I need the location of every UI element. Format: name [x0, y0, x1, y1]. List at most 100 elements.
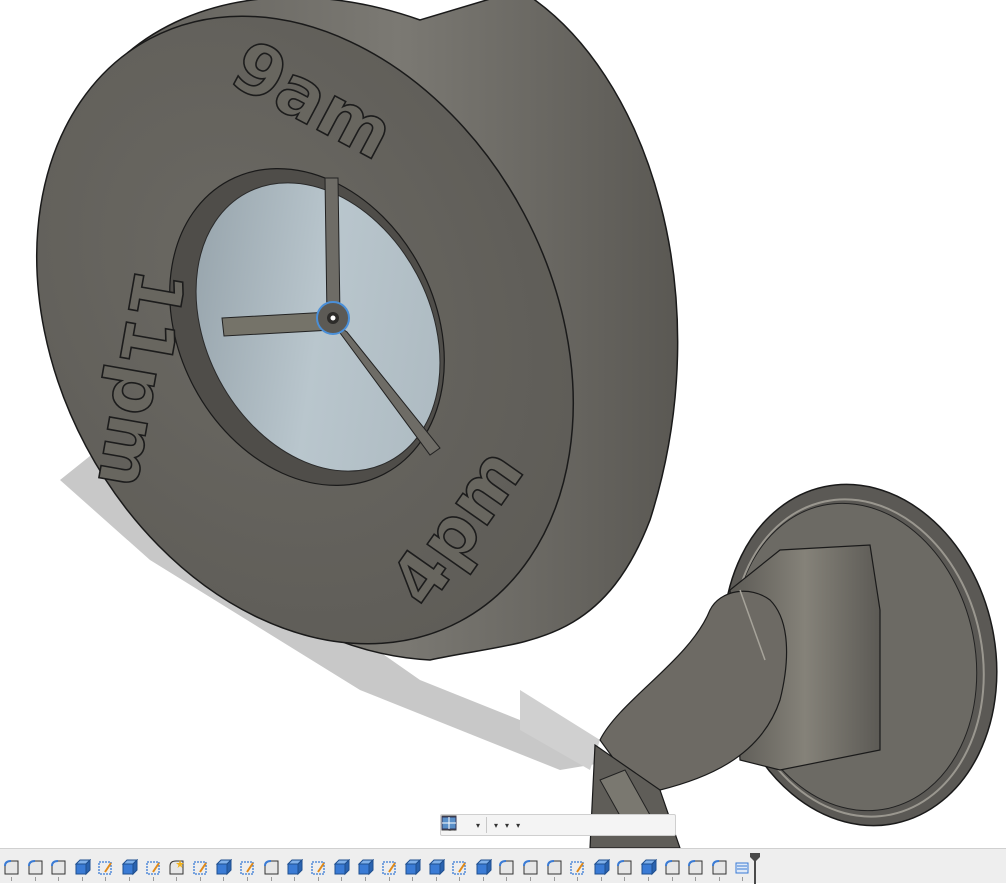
timeline-feature-sketch[interactable]: [378, 859, 402, 881]
sketch-icon: [570, 861, 585, 875]
timeline-tick: [695, 877, 697, 881]
chevron-down-icon[interactable]: ▾: [494, 821, 498, 830]
chevron-down-icon[interactable]: ▾: [505, 821, 509, 830]
graphics-viewport[interactable]: 9am 11pm 4pm ▾ ▾ ▾ ▾: [0, 0, 1006, 848]
fillet-icon: [546, 860, 562, 875]
fillet-icon: [4, 860, 19, 875]
timeline-tick: [223, 877, 225, 881]
timeline-feature-sketch[interactable]: [236, 859, 260, 881]
timeline-tick: [412, 877, 414, 881]
timeline-tick: [128, 877, 130, 881]
timeline-feature-extrude[interactable]: [71, 859, 95, 881]
model-canvas[interactable]: 9am 11pm 4pm: [0, 0, 1006, 848]
fillet-icon: [499, 860, 514, 875]
timeline-feature-extrude[interactable]: [118, 859, 142, 881]
fillet-icon: [523, 860, 538, 875]
holder-part[interactable]: [589, 459, 1006, 848]
fillet-icon: [688, 860, 703, 875]
timeline-tick: [577, 877, 579, 881]
fillet-icon: [664, 860, 680, 875]
fillet-icon: [617, 860, 632, 875]
timeline-feature-sketch[interactable]: [566, 859, 590, 881]
timeline-feature-extrude[interactable]: [590, 859, 614, 881]
timeline-feature-extrude[interactable]: [401, 859, 425, 881]
sketch-icon: [452, 861, 467, 875]
extrude-icon: [357, 859, 374, 876]
timeline-feature-fillet[interactable]: [24, 859, 48, 881]
extrude-icon: [593, 859, 610, 876]
timeline-tick: [152, 877, 154, 881]
sketch-icon: [98, 861, 113, 875]
sketch-icon: [145, 861, 160, 875]
timeline-feature-fillet[interactable]: [543, 859, 567, 881]
timeline-marker[interactable]: [750, 853, 760, 884]
timeline-tick: [317, 877, 319, 881]
extrude-icon: [475, 859, 492, 876]
viewports-button[interactable]: ▾: [441, 816, 522, 834]
fillet-icon: [711, 860, 727, 875]
fillet-icon: [51, 860, 66, 875]
timeline-tick: [624, 877, 626, 881]
timeline-features: [0, 859, 755, 881]
timeline-tick: [506, 877, 508, 881]
timeline-tick: [341, 877, 343, 881]
chevron-down-icon[interactable]: ▾: [516, 821, 520, 830]
zoom-button[interactable]: [442, 816, 471, 834]
timeline-tick: [199, 877, 201, 881]
timeline-tick: [270, 877, 272, 881]
timeline-tick: [58, 877, 60, 881]
timeline-feature-extrude[interactable]: [425, 859, 449, 881]
timeline-tick: [176, 877, 178, 881]
sketch-icon: [311, 861, 325, 875]
timeline-feature-fillet-star[interactable]: [165, 859, 189, 881]
timeline-tick: [294, 877, 296, 881]
sketch-stack-icon: [735, 862, 749, 874]
timeline-feature-extrude[interactable]: [472, 859, 496, 881]
timeline-tick: [600, 877, 602, 881]
timeline-tick: [364, 877, 366, 881]
timeline-feature-extrude[interactable]: [330, 859, 354, 881]
timeline-tick: [671, 877, 673, 881]
display-settings-button[interactable]: ▾: [442, 816, 500, 834]
fillet-star-icon: [169, 860, 185, 875]
timeline-feature-sketch[interactable]: [307, 859, 331, 881]
timeline-feature-extrude[interactable]: [354, 859, 378, 881]
timeline-feature-fillet[interactable]: [0, 859, 24, 881]
extrude-icon: [74, 859, 91, 876]
extrude-icon: [121, 859, 138, 876]
timeline-feature-sketch[interactable]: [448, 859, 472, 881]
timeline-tick: [530, 877, 532, 881]
timeline-feature-fillet[interactable]: [519, 859, 543, 881]
timeline-feature-sketch[interactable]: [142, 859, 166, 881]
fit-button[interactable]: ▾: [442, 816, 482, 834]
extrude-icon: [286, 859, 304, 876]
sketch-icon: [381, 861, 396, 875]
timeline-feature-fillet[interactable]: [260, 859, 284, 881]
extrude-icon: [428, 859, 445, 876]
timeline-feature-extrude[interactable]: [212, 859, 236, 881]
timeline-tick: [459, 877, 461, 881]
timeline-feature-fillet[interactable]: [47, 859, 71, 881]
grid-snaps-button[interactable]: ▾: [441, 815, 511, 834]
timeline-feature-fillet[interactable]: [684, 859, 708, 881]
timeline-feature-extrude[interactable]: [283, 859, 307, 881]
timeline-feature-fillet[interactable]: [613, 859, 637, 881]
divider: [486, 817, 488, 833]
timeline-tick: [718, 877, 720, 881]
chevron-down-icon[interactable]: ▾: [476, 821, 480, 830]
sketch-icon: [193, 861, 207, 875]
timeline-tick: [34, 877, 36, 881]
timeline-feature-sketch[interactable]: [94, 859, 118, 881]
pan-button[interactable]: [444, 816, 465, 834]
extrude-icon: [640, 859, 658, 876]
timeline-feature-sketch[interactable]: [189, 859, 213, 881]
timeline-tick: [435, 877, 437, 881]
timeline-feature-extrude[interactable]: [637, 859, 661, 881]
timeline-feature-fillet[interactable]: [495, 859, 519, 881]
timeline-feature-fillet[interactable]: [708, 859, 732, 881]
timeline-tick: [553, 877, 555, 881]
timeline-feature-fillet[interactable]: [661, 859, 685, 881]
timeline-tick: [105, 877, 107, 881]
timeline-tick: [246, 877, 248, 881]
navigation-bar: ▾ ▾ ▾ ▾ ▾: [440, 814, 676, 836]
